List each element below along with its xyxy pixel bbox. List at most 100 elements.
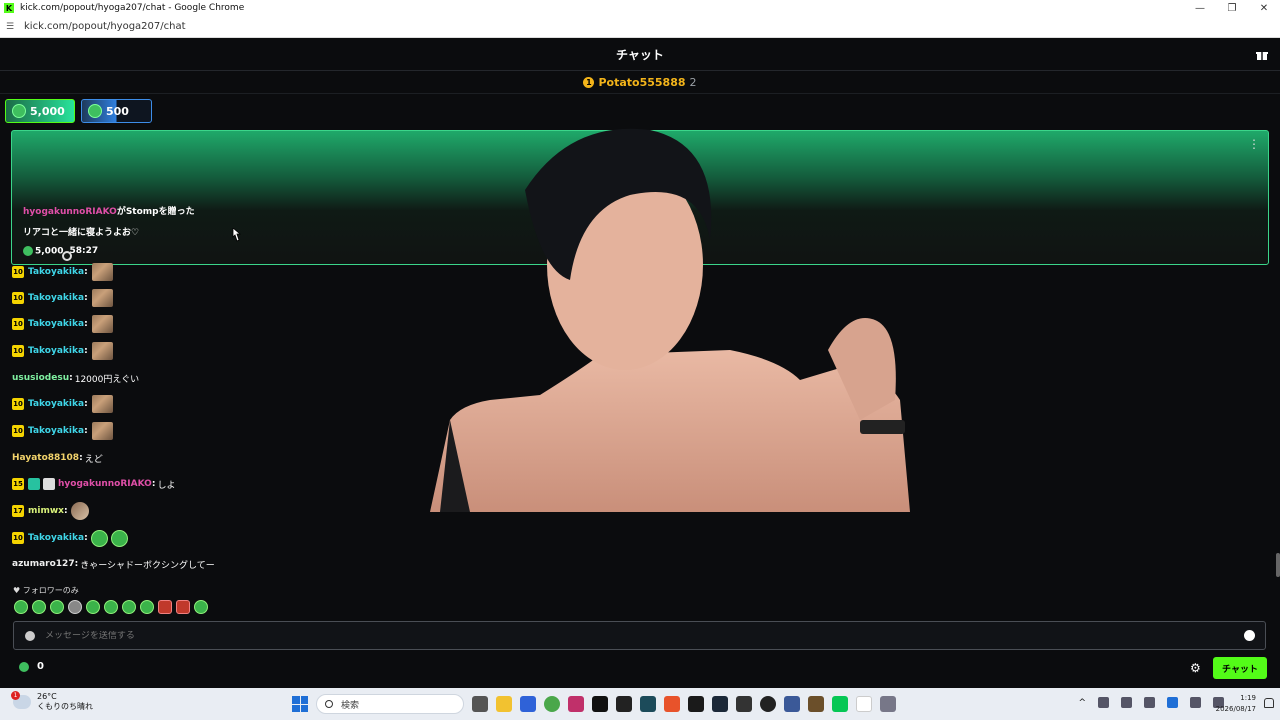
subscriber-badge: 10 bbox=[12, 266, 24, 278]
site-settings-icon[interactable]: ☰ bbox=[6, 22, 18, 32]
search-icon bbox=[325, 700, 333, 708]
subscriber-badge: 10 bbox=[12, 292, 24, 304]
taskbar-clock[interactable]: 1:19 2026/08/17 bbox=[1216, 693, 1256, 715]
top-gifter-count: 2 bbox=[689, 76, 697, 89]
chat-input-box[interactable] bbox=[13, 621, 1266, 650]
emote-icon bbox=[91, 315, 113, 333]
app-icon[interactable] bbox=[640, 696, 656, 712]
settings-icon[interactable] bbox=[880, 696, 896, 712]
url-text[interactable]: kick.com/popout/hyoga207/chat bbox=[24, 21, 186, 32]
subscriber-badge: 10 bbox=[12, 318, 24, 330]
windows-start-icon[interactable] bbox=[292, 696, 308, 712]
gift-pill-kicks-500[interactable]: 500 bbox=[81, 99, 152, 123]
emote-icon[interactable] bbox=[32, 600, 46, 614]
send-chat-button[interactable]: チャット bbox=[1213, 657, 1267, 679]
kick-logo-icon: K bbox=[4, 3, 14, 13]
onedrive-icon[interactable] bbox=[1167, 697, 1178, 708]
more-options-icon[interactable]: ⋮ bbox=[1248, 137, 1260, 151]
chat-message: 10 Takoyakika: bbox=[12, 395, 113, 413]
subscriber-badge: 10 bbox=[12, 398, 24, 410]
chat-username[interactable]: Takoyakika bbox=[28, 399, 84, 409]
emote-icon[interactable] bbox=[104, 600, 118, 614]
shield-icon[interactable] bbox=[25, 630, 35, 641]
chat-username[interactable]: Takoyakika bbox=[28, 346, 84, 356]
file-explorer-icon[interactable] bbox=[496, 696, 512, 712]
emote-icon[interactable] bbox=[194, 600, 208, 614]
chat-username[interactable]: Takoyakika bbox=[28, 319, 84, 329]
chat-username[interactable]: Takoyakika bbox=[28, 293, 84, 303]
taskbar-search[interactable]: 検索 bbox=[316, 694, 464, 714]
app-icon[interactable] bbox=[736, 696, 752, 712]
chat-username[interactable]: Hayato88108 bbox=[12, 453, 79, 463]
chat-header: チャット bbox=[0, 39, 1280, 71]
tray-app-icon[interactable] bbox=[1144, 697, 1155, 708]
gift-icon[interactable] bbox=[1256, 49, 1268, 61]
emoji-picker-icon[interactable] bbox=[1244, 630, 1255, 641]
chat-username[interactable]: Takoyakika bbox=[28, 533, 84, 543]
line-icon[interactable] bbox=[832, 696, 848, 712]
chat-message: 10 Takoyakika: bbox=[12, 342, 113, 360]
weather-widget[interactable]: 1 26°C くもりのち晴れ bbox=[11, 691, 93, 712]
notification-bell-icon[interactable] bbox=[1264, 698, 1274, 708]
chat-message: azumaro127: きゃーシャドーボクシングしてー bbox=[12, 559, 215, 571]
minimize-button[interactable]: — bbox=[1184, 3, 1216, 14]
microphone-icon[interactable] bbox=[1121, 697, 1132, 708]
steam-icon[interactable] bbox=[712, 696, 728, 712]
gift-pills: 5,000 500 bbox=[5, 99, 152, 123]
obs-icon[interactable] bbox=[760, 696, 776, 712]
gift-pill-kicks-5000[interactable]: 5,000 bbox=[5, 99, 75, 123]
gift-stats: 5,000 58:27 bbox=[23, 246, 98, 261]
emote-icon[interactable] bbox=[68, 600, 82, 614]
emote-icon[interactable] bbox=[14, 600, 28, 614]
chat-message: 15 hyogakunnoRIAKO: しよ bbox=[12, 478, 176, 491]
app-icon[interactable] bbox=[568, 696, 584, 712]
chat-message: 10 Takoyakika: bbox=[12, 422, 113, 440]
moderator-badge-icon bbox=[28, 478, 40, 490]
address-bar[interactable]: ☰ kick.com/popout/hyoga207/chat bbox=[0, 16, 1280, 38]
close-button[interactable]: ✕ bbox=[1248, 3, 1280, 14]
chat-username[interactable]: azumaro127 bbox=[12, 559, 75, 569]
app-icon[interactable] bbox=[688, 696, 704, 712]
settings-gear-icon[interactable]: ⚙ bbox=[1190, 662, 1202, 674]
emote-icon[interactable] bbox=[140, 600, 154, 614]
emote-icon[interactable] bbox=[158, 600, 172, 614]
chat-text: きゃーシャドーボクシングしてー bbox=[80, 560, 215, 571]
gift-action-text: がStompを贈った bbox=[116, 207, 195, 217]
minecraft-icon[interactable] bbox=[808, 696, 824, 712]
chat-message-input[interactable] bbox=[45, 630, 1244, 641]
chat-username[interactable]: mimwx bbox=[28, 506, 64, 516]
kicks-balance[interactable]: 0 bbox=[19, 661, 44, 672]
chat-username[interactable]: ususiodesu bbox=[12, 373, 69, 383]
tray-expand-icon[interactable]: ^ bbox=[1078, 698, 1086, 708]
subscriber-badge: 10 bbox=[12, 532, 24, 544]
chat-text: しよ bbox=[157, 480, 176, 491]
emote-icon[interactable] bbox=[176, 600, 190, 614]
top-gifter-name[interactable]: Potato555888 bbox=[598, 76, 685, 89]
emote-icon[interactable] bbox=[86, 600, 100, 614]
gift-sender[interactable]: hyogakunnoRIAKO bbox=[23, 207, 117, 217]
emote-icon[interactable] bbox=[50, 600, 64, 614]
app-icon[interactable] bbox=[520, 696, 536, 712]
app-icon[interactable] bbox=[784, 696, 800, 712]
display-icon[interactable] bbox=[1190, 697, 1201, 708]
chat-username[interactable]: Takoyakika bbox=[28, 426, 84, 436]
app-icon[interactable] bbox=[856, 696, 872, 712]
chat-message: 10 Takoyakika: bbox=[12, 289, 113, 307]
restore-button[interactable]: ❐ bbox=[1216, 3, 1248, 14]
brave-icon[interactable] bbox=[664, 696, 680, 712]
gift-announcement: hyogakunnoRIAKOがStompを贈った bbox=[23, 204, 195, 217]
chrome-icon[interactable] bbox=[544, 696, 560, 712]
terminal-icon[interactable] bbox=[616, 696, 632, 712]
chat-scrollbar[interactable] bbox=[1276, 553, 1280, 577]
tray-app-icon[interactable] bbox=[1098, 697, 1109, 708]
tiktok-icon[interactable] bbox=[592, 696, 608, 712]
chat-username[interactable]: Takoyakika bbox=[28, 267, 84, 277]
quick-emote-bar bbox=[14, 600, 208, 614]
task-view-icon[interactable] bbox=[472, 696, 488, 712]
chat-username[interactable]: hyogakunnoRIAKO bbox=[58, 479, 152, 489]
followers-only-note: ♥ フォロワーのみ bbox=[13, 586, 79, 595]
subscriber-badge: 15 bbox=[12, 478, 24, 490]
top-gifter-bar[interactable]: 1 Potato555888 2 bbox=[0, 72, 1280, 94]
streamer-overlay-image bbox=[430, 128, 910, 512]
emote-icon[interactable] bbox=[122, 600, 136, 614]
